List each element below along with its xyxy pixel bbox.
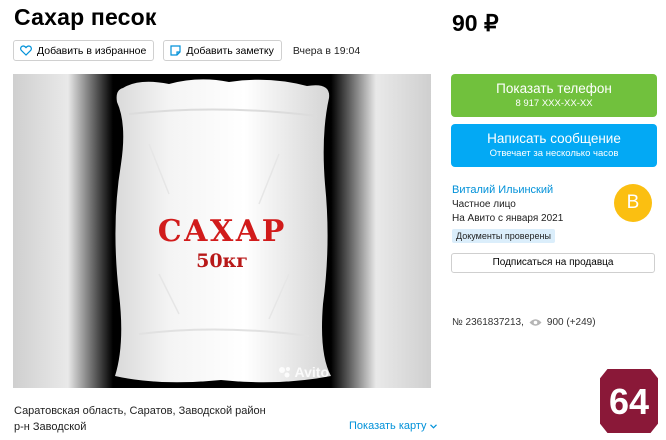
publish-date: Вчера в 19:04	[292, 44, 361, 57]
add-note-button[interactable]: Добавить заметку	[163, 40, 282, 61]
listing-price: 90 ₽	[452, 10, 499, 36]
view-count: 900 (+249)	[546, 317, 596, 328]
address-line-1: Саратовская область, Саратов, Заводской …	[14, 405, 266, 417]
add-to-favorites-button[interactable]: Добавить в избранное	[13, 40, 155, 61]
listing-actions: Добавить в избранное Добавить заметку Вч…	[13, 40, 360, 61]
photo-backdrop-right	[331, 74, 431, 388]
verified-badge: Документы проверены	[452, 229, 555, 243]
address-block: Саратовская область, Саратов, Заводской …	[14, 403, 266, 435]
avatar[interactable]: В	[614, 184, 652, 222]
listing-stats: № 2361837213, 900 (+249)	[452, 317, 596, 328]
bag-brand-text: САХАР	[157, 214, 287, 249]
watermark-text: Avito	[294, 364, 329, 380]
seller-name-link[interactable]: Виталий Ильинский	[452, 184, 563, 196]
subscribe-seller-button[interactable]: Подписаться на продавца	[451, 253, 655, 273]
show-map-label: Показать карту	[349, 420, 427, 432]
seller-type: Частное лицо	[452, 199, 516, 210]
write-message-button[interactable]: Написать сообщение Отвечает за несколько…	[451, 124, 657, 167]
listing-title: Сахар песок	[14, 4, 157, 30]
bag-weight-text: 50кг	[196, 250, 248, 272]
response-time: Отвечает за несколько часов	[489, 148, 619, 159]
item-id: № 2361837213,	[452, 317, 524, 328]
camera-icon	[278, 367, 290, 378]
show-phone-label: Показать телефон	[496, 81, 612, 96]
chevron-down-icon	[429, 424, 437, 429]
favorite-label: Добавить в избранное	[37, 44, 147, 57]
show-phone-button[interactable]: Показать телефон 8 917 XXX-XX-XX	[451, 74, 657, 117]
region-logo-text: 64	[609, 381, 649, 422]
write-message-label: Написать сообщение	[487, 131, 621, 146]
avito-watermark: Avito	[278, 364, 329, 380]
address-line-2: р-н Заводской	[14, 421, 87, 433]
note-label: Добавить заметку	[186, 44, 274, 57]
show-map-link[interactable]: Показать карту	[349, 420, 437, 432]
listing-photo[interactable]: САХАР 50кг Avito	[13, 74, 431, 388]
seller-since: На Авито с января 2021	[452, 213, 564, 224]
note-icon	[170, 45, 181, 56]
eye-icon	[529, 319, 542, 326]
photo-backdrop-left	[13, 74, 113, 388]
seller-info: Виталий Ильинский Частное лицо На Авито …	[452, 184, 563, 244]
heart-icon	[20, 45, 32, 56]
masked-phone: 8 917 XXX-XX-XX	[515, 98, 593, 109]
region-logo-64: 64	[598, 367, 660, 435]
